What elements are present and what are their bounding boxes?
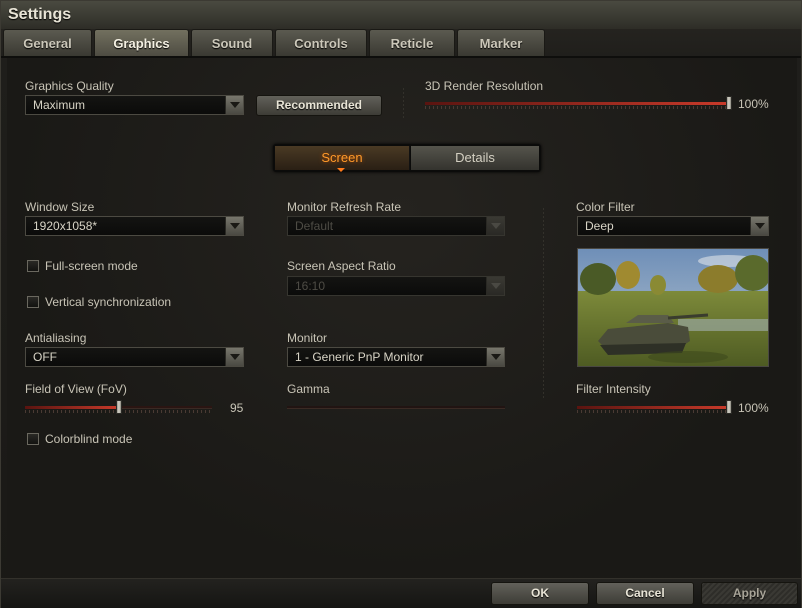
vsync-label: Vertical synchronization — [45, 295, 172, 309]
render-resolution-slider[interactable] — [425, 96, 732, 110]
filter-intensity-value: 100% — [738, 401, 769, 415]
render-resolution-value: 100% — [738, 97, 769, 111]
monitor-select[interactable]: 1 - Generic PnP Monitor — [287, 347, 505, 367]
ok-button[interactable]: OK — [491, 582, 589, 605]
tab-marker[interactable]: Marker — [457, 29, 545, 56]
chevron-down-icon — [225, 217, 243, 235]
chevron-down-icon — [225, 96, 243, 114]
slider-thumb[interactable] — [726, 400, 732, 414]
color-filter-preview-image — [577, 248, 769, 367]
monitor-value: 1 - Generic PnP Monitor — [295, 350, 424, 364]
refresh-rate-label: Monitor Refresh Rate — [287, 200, 402, 214]
render-resolution-label: 3D Render Resolution — [425, 79, 544, 93]
vsync-checkbox[interactable] — [27, 296, 39, 308]
apply-button[interactable]: Apply — [701, 582, 798, 605]
chevron-down-icon — [486, 348, 504, 366]
refresh-rate-value: Default — [295, 219, 334, 233]
gamma-slider[interactable] — [287, 400, 505, 414]
antialiasing-value: OFF — [33, 350, 57, 364]
window-size-value: 1920x1058* — [33, 219, 98, 233]
vsync-checkbox-row[interactable]: Vertical synchronization — [27, 295, 227, 309]
screen-details-toggle: Screen Details — [273, 144, 541, 172]
filter-intensity-label: Filter Intensity — [576, 382, 651, 396]
footer-bar: OK Cancel Apply — [1, 578, 801, 608]
window-size-select[interactable]: 1920x1058* — [25, 216, 244, 236]
fov-value: 95 — [230, 401, 244, 415]
tab-bar: General Graphics Sound Controls Reticle … — [3, 29, 801, 56]
graphics-quality-label: Graphics Quality — [25, 79, 114, 93]
details-toggle-button[interactable]: Details — [410, 146, 539, 170]
color-filter-value: Deep — [585, 219, 614, 233]
tab-reticle[interactable]: Reticle — [369, 29, 455, 56]
tab-sound[interactable]: Sound — [191, 29, 273, 56]
colorblind-checkbox[interactable] — [27, 433, 39, 445]
window-size-label: Window Size — [25, 200, 95, 214]
tab-graphics[interactable]: Graphics — [94, 29, 189, 56]
settings-window: Settings General Graphics Sound Controls… — [0, 0, 802, 608]
slider-fill — [577, 406, 729, 409]
slider-ticks — [577, 410, 732, 413]
screen-toggle-button[interactable]: Screen — [275, 146, 409, 170]
window-title: Settings — [8, 6, 72, 23]
chevron-down-icon — [486, 217, 504, 235]
slider-track — [287, 406, 505, 409]
tab-general[interactable]: General — [3, 29, 92, 56]
aspect-ratio-value: 16:10 — [295, 279, 326, 293]
cancel-button[interactable]: Cancel — [596, 582, 694, 605]
fullscreen-checkbox-row[interactable]: Full-screen mode — [27, 259, 227, 273]
slider-thumb[interactable] — [726, 96, 732, 110]
active-indicator-icon — [337, 168, 345, 172]
fov-label: Field of View (FoV) — [25, 382, 127, 396]
gamma-label: Gamma — [287, 382, 330, 396]
antialiasing-select[interactable]: OFF — [25, 347, 244, 367]
title-bar: Settings — [1, 1, 801, 29]
refresh-rate-select[interactable]: Default — [287, 216, 505, 236]
graphics-quality-value: Maximum — [33, 98, 86, 112]
aspect-ratio-label: Screen Aspect Ratio — [287, 259, 396, 273]
tank-preview-illustration — [578, 249, 768, 366]
slider-thumb[interactable] — [116, 400, 122, 414]
graphics-panel: Graphics Quality Maximum Recommended 3D … — [7, 58, 797, 576]
chevron-down-icon — [486, 277, 504, 295]
color-filter-select[interactable]: Deep — [577, 216, 769, 236]
color-filter-label: Color Filter — [576, 200, 635, 214]
slider-ticks — [425, 106, 732, 109]
filter-intensity-slider[interactable] — [577, 400, 732, 414]
recommended-button[interactable]: Recommended — [256, 95, 382, 116]
fullscreen-label: Full-screen mode — [45, 259, 138, 273]
top-separator — [403, 88, 404, 118]
colorblind-checkbox-row[interactable]: Colorblind mode — [27, 432, 227, 446]
fov-slider[interactable] — [25, 400, 212, 414]
colorblind-label: Colorblind mode — [45, 432, 133, 446]
chevron-down-icon — [750, 217, 768, 235]
monitor-label: Monitor — [287, 331, 328, 345]
antialiasing-label: Antialiasing — [25, 331, 87, 345]
slider-fill — [25, 406, 119, 409]
slider-fill — [425, 102, 729, 105]
chevron-down-icon — [225, 348, 243, 366]
graphics-quality-select[interactable]: Maximum — [25, 95, 244, 115]
tab-controls[interactable]: Controls — [275, 29, 367, 56]
fullscreen-checkbox[interactable] — [27, 260, 39, 272]
column-separator — [543, 208, 544, 398]
aspect-ratio-select[interactable]: 16:10 — [287, 276, 505, 296]
